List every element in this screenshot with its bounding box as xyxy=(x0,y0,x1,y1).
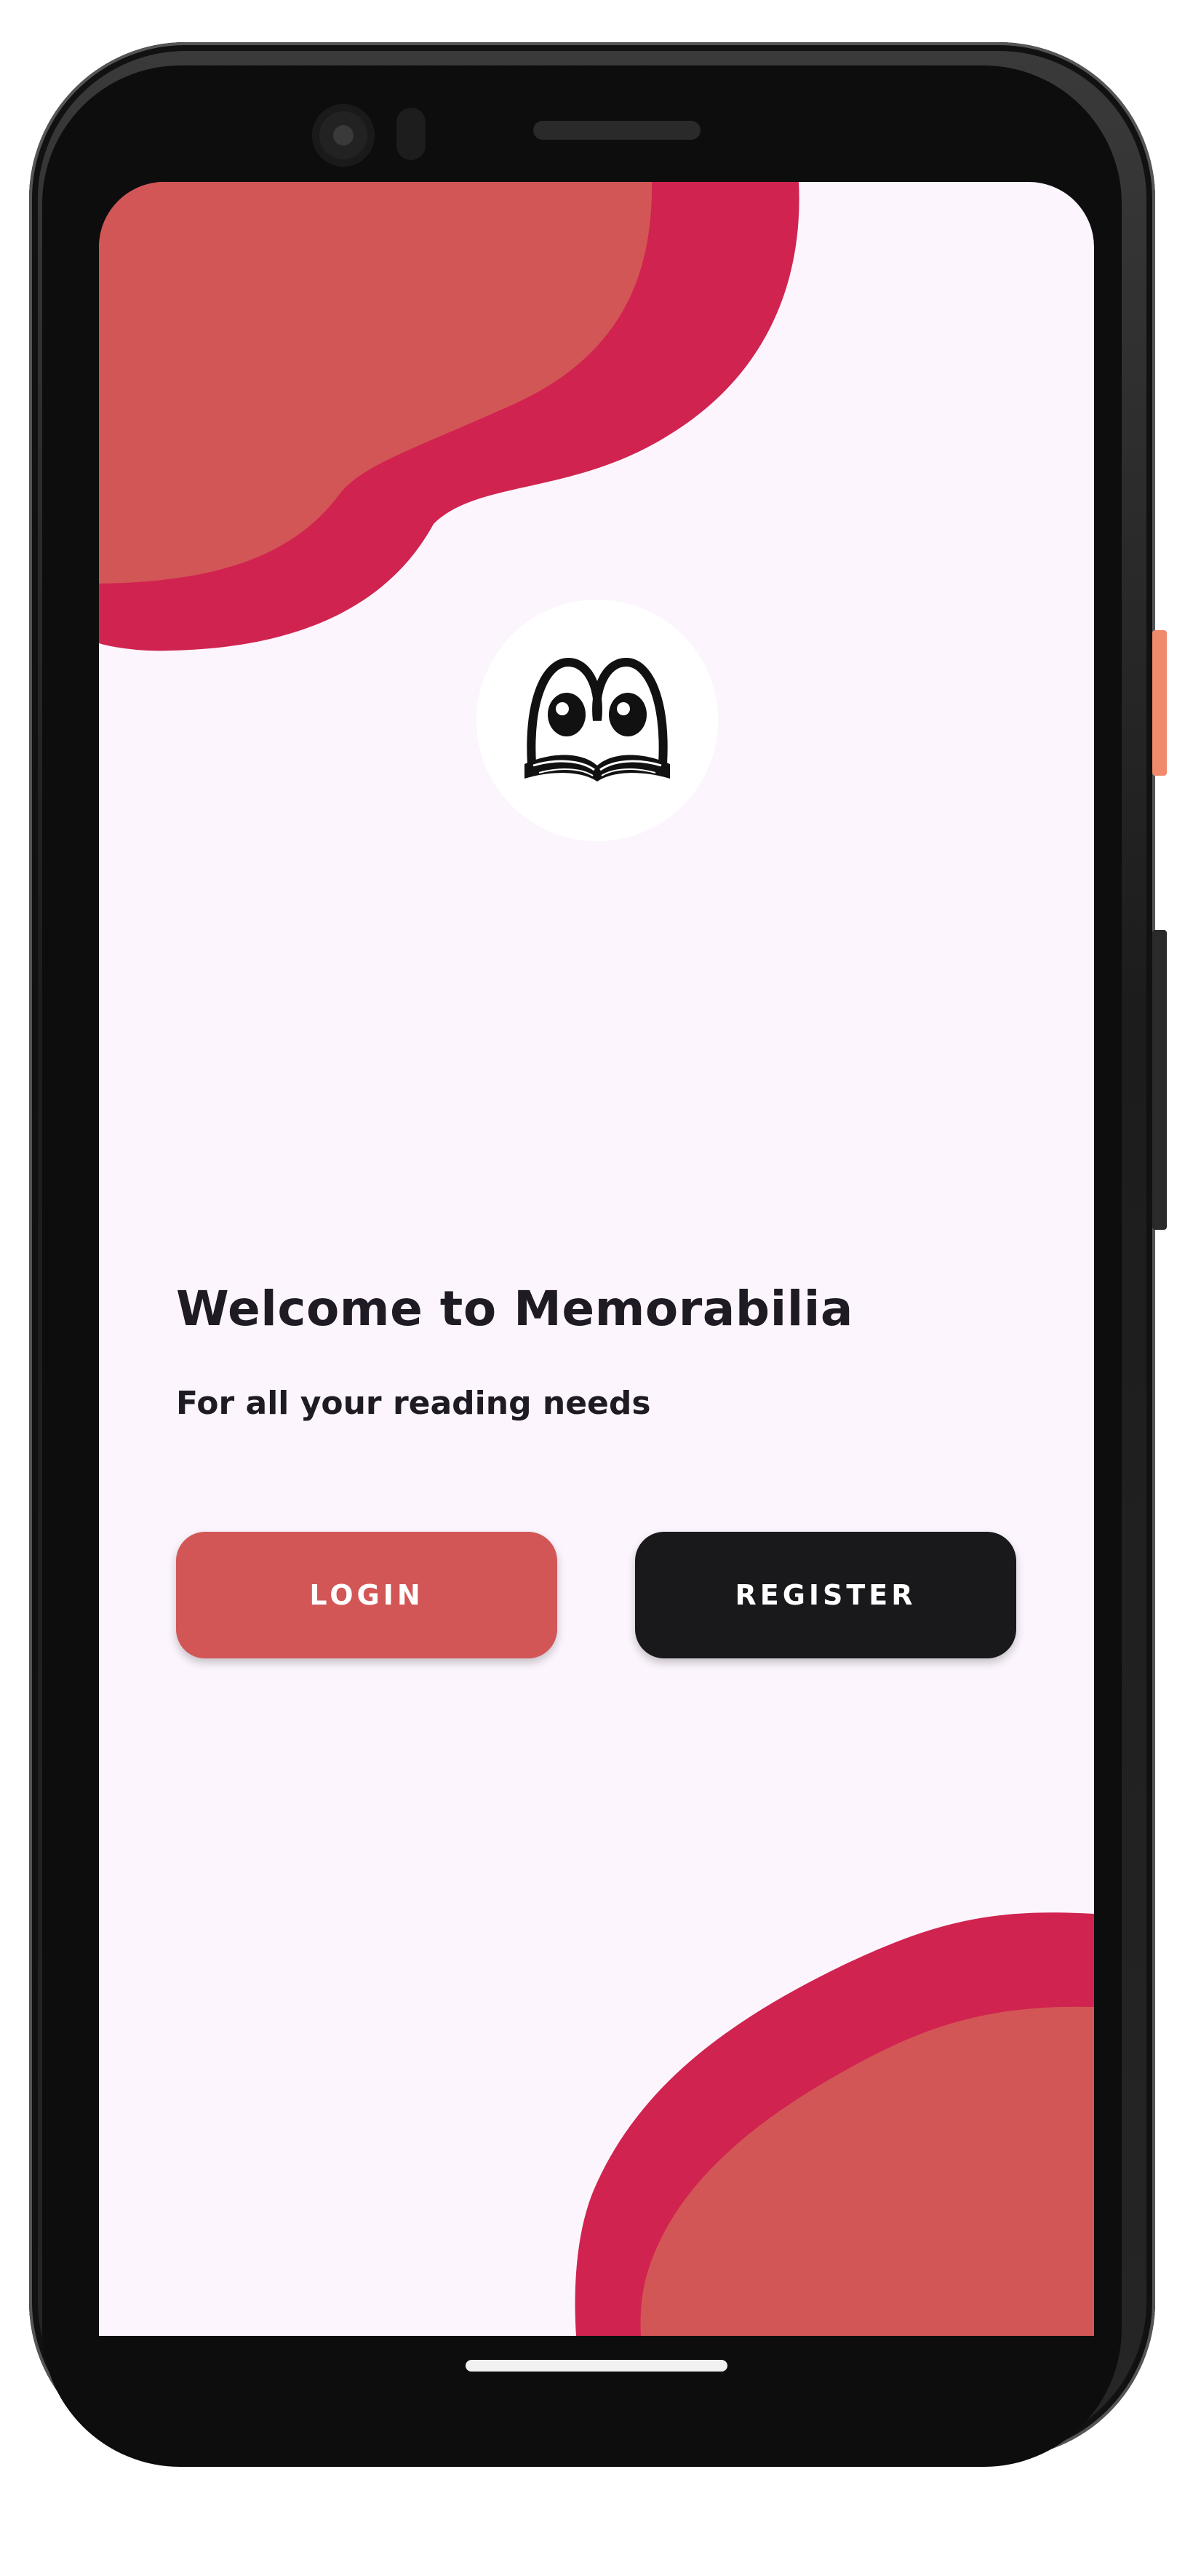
top-decorative-blob xyxy=(99,182,1094,2336)
volume-rocker[interactable] xyxy=(1152,930,1167,1230)
welcome-subtitle: For all your reading needs xyxy=(176,1385,651,1422)
earpiece-speaker xyxy=(533,121,701,140)
app-screen: Welcome to Memorabilia For all your read… xyxy=(99,182,1094,2336)
login-button[interactable]: LOGIN xyxy=(176,1532,557,1658)
power-button[interactable] xyxy=(1152,630,1167,776)
welcome-title: Welcome to Memorabilia xyxy=(176,1281,853,1337)
app-logo xyxy=(476,600,718,841)
home-indicator[interactable] xyxy=(466,2360,727,2372)
front-camera xyxy=(312,104,375,167)
book-eyes-logo-icon xyxy=(524,657,670,782)
register-button[interactable]: REGISTER xyxy=(635,1532,1016,1658)
proximity-sensor xyxy=(396,108,426,160)
